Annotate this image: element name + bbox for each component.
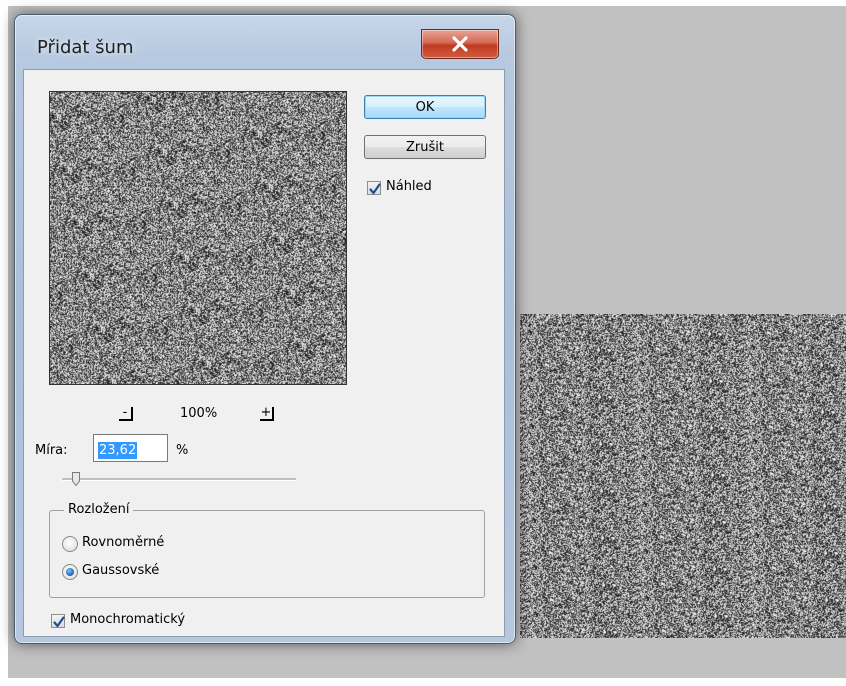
close-button[interactable] [421, 29, 499, 59]
radio-uniform-label: Rovnoměrné [82, 535, 165, 550]
ok-button[interactable]: OK [364, 95, 486, 119]
amount-slider-thumb[interactable] [72, 471, 81, 487]
preview-image [50, 92, 346, 384]
amount-label: Míra: [35, 443, 68, 458]
distribution-legend: Rozložení [64, 502, 134, 517]
preview-checkbox-label: Náhled [386, 179, 432, 194]
zoom-in-button[interactable]: + [260, 406, 274, 421]
add-noise-dialog: Přidat šum - 100% + OK Zrušit Náhled Mír… [14, 14, 516, 644]
amount-unit-label: % [176, 443, 189, 458]
cancel-button[interactable]: Zrušit [364, 135, 486, 159]
distribution-groupbox [49, 510, 485, 598]
zoom-level: 100% [180, 406, 218, 421]
monochromatic-checkbox[interactable] [51, 614, 65, 628]
dialog-title: Přidat šum [37, 37, 134, 58]
preview-checkbox[interactable] [367, 181, 381, 195]
zoom-out-button[interactable]: - [119, 406, 133, 421]
amount-value: 23,62 [98, 442, 138, 459]
document-canvas-noise [520, 314, 846, 638]
amount-slider-track[interactable] [62, 478, 296, 481]
preview-panel[interactable] [49, 91, 347, 385]
radio-gaussian-label: Gaussovské [82, 563, 160, 578]
radio-selected-dot [66, 568, 74, 576]
close-icon [451, 36, 469, 52]
monochromatic-checkbox-label: Monochromatický [70, 612, 186, 627]
radio-gaussian[interactable] [62, 564, 78, 580]
amount-input[interactable]: 23,62 [93, 434, 168, 462]
radio-uniform[interactable] [62, 536, 78, 552]
dialog-client-area: - 100% + OK Zrušit Náhled Míra: 23,62 % … [23, 69, 505, 637]
